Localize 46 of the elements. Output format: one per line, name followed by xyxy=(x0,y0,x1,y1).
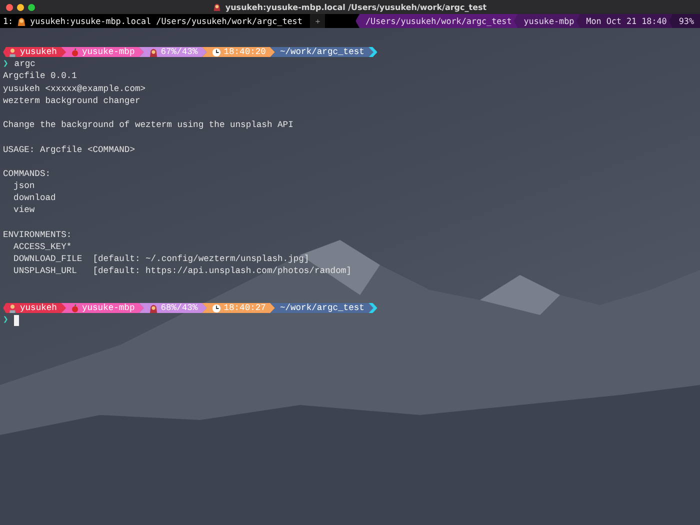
output-line: COMMANDS: xyxy=(3,168,51,180)
output-line: Argcfile 0.0.1 xyxy=(3,70,77,83)
genie-icon xyxy=(17,16,26,26)
output-line: ENVIRONMENTS: xyxy=(3,228,72,242)
output-line: yusukeh <xxxxx@example.com> xyxy=(3,82,146,95)
prompt-segment: yusuke-mbp xyxy=(60,46,144,58)
output-line: json xyxy=(12,180,35,192)
prompt-segment: 67%/43% xyxy=(138,46,207,58)
prompt-segment: ~/work/argc_test xyxy=(270,46,374,58)
person-at-laptop-icon xyxy=(8,304,17,313)
status-segment: yusuke-mbp xyxy=(514,14,580,28)
output-line: UNSPLASH_URL [default: https://api.unsplash.com/photos/random] xyxy=(12,265,352,278)
new-tab-button[interactable]: + xyxy=(310,14,326,28)
text-cursor xyxy=(14,314,20,326)
genie-icon xyxy=(148,48,158,57)
output-line: DOWNLOAD_FILE [default: ~/.config/wezterm/unsplash.jpg] xyxy=(12,253,310,266)
output-line: wezterm background changer xyxy=(3,94,140,107)
window-title: yusukeh:yusuke-mbp.local /Users/yusukeh/work/argc_test xyxy=(225,2,487,12)
prompt-segment: yusukeh xyxy=(3,302,66,314)
clock-icon xyxy=(212,48,221,57)
minimize-button[interactable] xyxy=(17,4,24,10)
genie-icon xyxy=(213,3,222,11)
prompt-symbol: ❯ xyxy=(3,58,8,70)
zoom-button[interactable] xyxy=(28,4,35,10)
person-at-laptop-icon xyxy=(8,48,17,57)
close-button[interactable] xyxy=(6,4,13,10)
tab-index: 1: xyxy=(3,16,14,26)
output-line: ACCESS_KEY* xyxy=(12,241,72,254)
status-segment: 93% xyxy=(668,14,700,28)
prompt-segment: yusuke-mbp xyxy=(60,302,144,314)
output-line: USAGE: Argcfile <COMMAND> xyxy=(3,144,135,156)
tab-title: yusukeh:yusuke-mbp.local /Users/yusukeh/work/argc_test xyxy=(30,16,302,26)
clock-icon xyxy=(212,304,221,313)
status-segment: Mon Oct 21 18:40 xyxy=(576,14,673,28)
apple-icon xyxy=(70,304,79,313)
prompt-symbol: ❯ xyxy=(3,314,8,326)
prompt-segment: 68%/43% xyxy=(138,302,207,314)
status-segment: /Users/yusukeh/work/argc_test xyxy=(356,14,518,28)
genie-icon xyxy=(148,304,158,313)
prompt-segment: yusukeh xyxy=(3,46,66,58)
output-line: Change the background of wezterm using the unsplash API xyxy=(3,119,294,132)
output-line: download xyxy=(12,192,56,204)
command-text: argc xyxy=(14,58,36,70)
output-line: view xyxy=(12,204,35,217)
apple-icon xyxy=(70,48,79,57)
prompt-segment: 18:40:20 xyxy=(202,46,275,58)
